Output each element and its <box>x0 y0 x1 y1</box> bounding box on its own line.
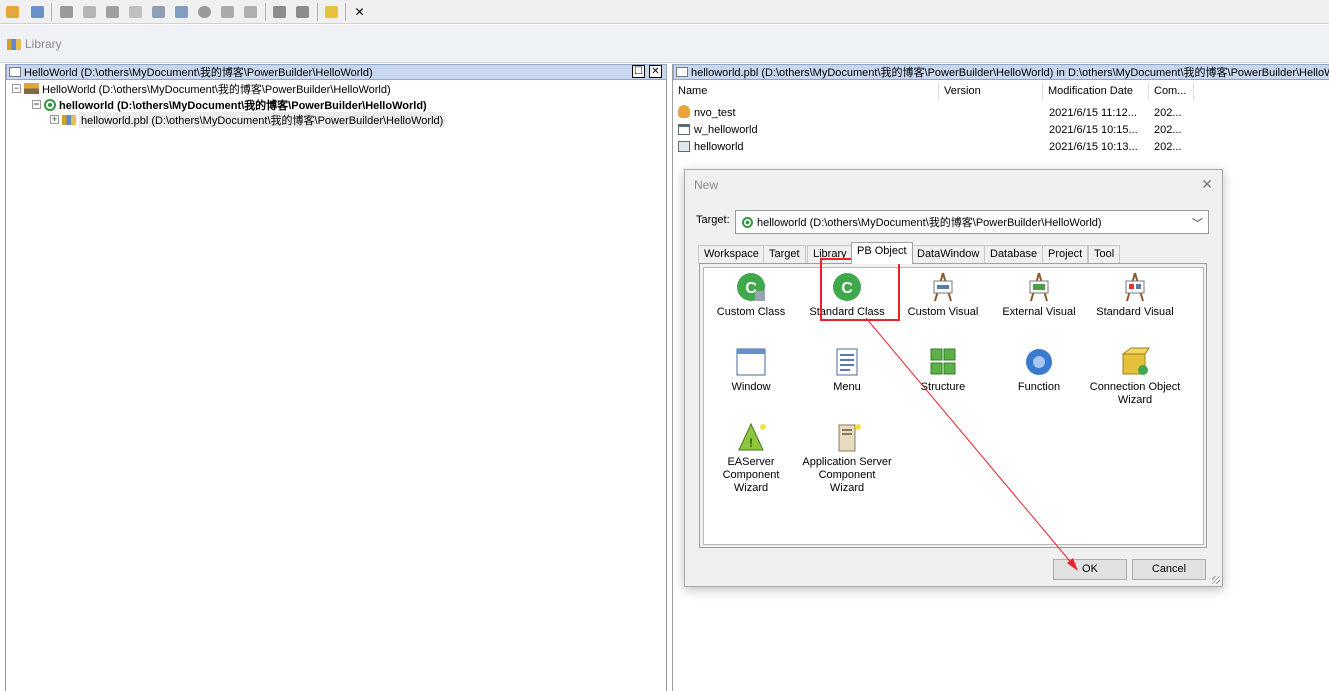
tab-pb-object[interactable]: PB Object <box>851 242 913 264</box>
annotation-arrow <box>865 317 1078 571</box>
